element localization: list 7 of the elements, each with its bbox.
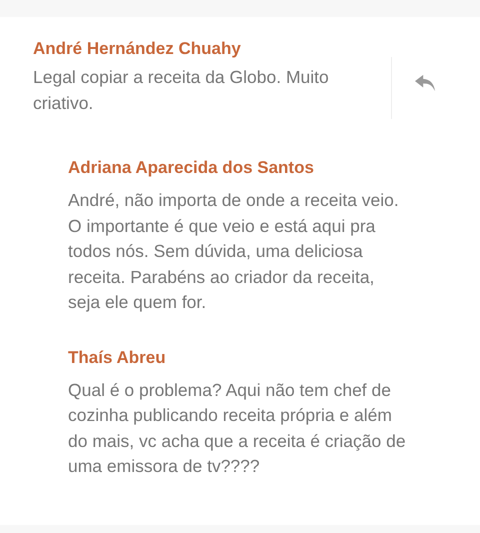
comment-author: Thaís Abreu [68,346,167,368]
comment-text: Legal copiar a receita da Globo. Muito criativo. [33,66,330,114]
comment-text: Qual é o problema? Aqui não tem chef de cozinha publicando receita própria e além do mais, vc acha que a receita é criação de uma emissora de tv???? [68,378,407,478]
comment-author: Adriana Aparecida dos Santos [68,157,315,179]
comment-text: André, não importa de onde a receita veio. O importante é que veio e está aqui pra todos nós. Sem dúvida, uma deliciosa receita. Parabéns ao criador da receita, seja ele quem for. [68,189,400,314]
comment-author: André Hernández Chuahy [33,38,242,60]
reply-button[interactable] [414,73,436,93]
